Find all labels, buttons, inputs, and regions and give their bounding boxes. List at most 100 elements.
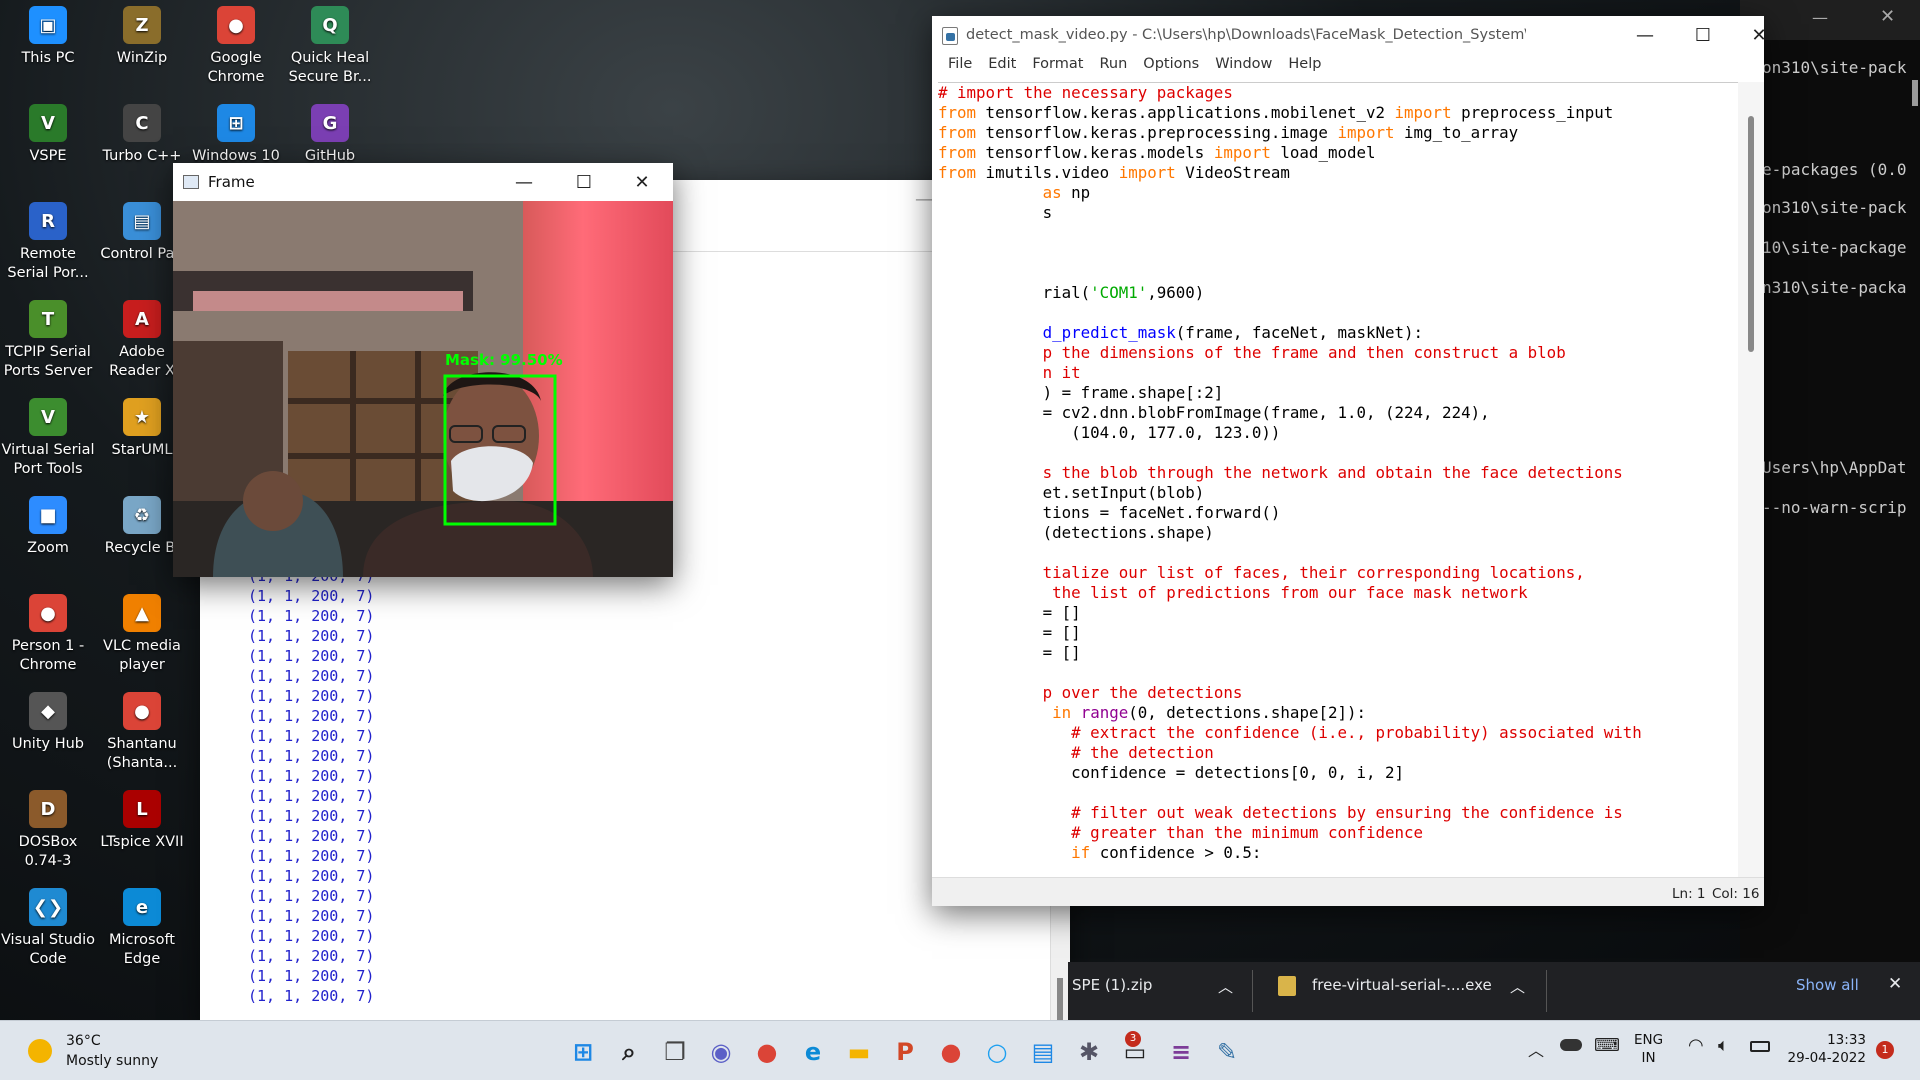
minimize-icon[interactable]: — [1616, 16, 1674, 54]
code-token: # greater than the minimum confidence [1071, 823, 1424, 842]
desktop-icon[interactable]: D DOSBox 0.74-3 [0, 784, 96, 871]
file-explorer-icon[interactable]: ▬ [836, 1029, 882, 1075]
terminal-line: e-packages (0.0 [1762, 160, 1907, 179]
close-icon[interactable]: ✕ [1880, 6, 1895, 27]
clock[interactable]: 13:33 29-04-2022 [1786, 1031, 1866, 1067]
menu-item-file[interactable]: File [940, 56, 980, 76]
desktop-icon[interactable]: ● Shantanu (Shanta... [94, 686, 190, 773]
edge-icon[interactable]: e [790, 1029, 836, 1075]
chevron-up-icon[interactable]: ︿ [1510, 976, 1525, 997]
menu-item-window[interactable]: Window [1207, 56, 1280, 76]
teams-icon[interactable]: ▤ [1020, 1029, 1066, 1075]
weather-widget[interactable]: 36°C Mostly sunny [24, 1033, 184, 1073]
notification-badge[interactable]: 1 [1876, 1041, 1894, 1059]
shell-scroll-thumb[interactable] [1057, 978, 1063, 1025]
close-icon[interactable]: ✕ [1888, 974, 1902, 994]
code-token: = [] [938, 623, 1081, 642]
chevron-up-icon[interactable]: ︿ [1218, 976, 1233, 997]
close-icon[interactable]: ✕ [613, 163, 671, 201]
clock-date: 29-04-2022 [1787, 1050, 1866, 1066]
app-icon: Q [311, 6, 349, 44]
menu-item-help[interactable]: Help [1280, 56, 1329, 76]
menu-item-options[interactable]: Options [1135, 56, 1207, 76]
terminal-window[interactable]: — ✕ on310\site-pack e-packages (0.0 on310\… [1740, 0, 1920, 1020]
show-all-button[interactable]: Show all [1796, 976, 1859, 994]
code-token: import [1394, 103, 1452, 122]
download-item-2[interactable]: free-virtual-serial-....exe [1312, 976, 1492, 994]
battery-icon[interactable] [1750, 1041, 1770, 1052]
desktop-icon[interactable]: V Virtual Serial Port Tools [0, 392, 96, 479]
maximize-icon[interactable]: ☐ [555, 163, 613, 201]
code-line: # greater than the minimum confidence [938, 823, 1738, 843]
desktop-icon[interactable]: C Turbo C++ [94, 98, 190, 166]
onedrive-icon[interactable] [1560, 1039, 1582, 1051]
chevron-up-icon[interactable]: ︿ [1528, 1037, 1544, 1061]
minimize-icon[interactable]: — [495, 163, 553, 201]
desktop-icon[interactable]: V VSPE [0, 98, 96, 166]
weather-temp: 36°C [66, 1033, 101, 1049]
maximize-icon[interactable]: ☐ [1674, 16, 1732, 54]
wifi-icon[interactable]: ◠ [1688, 1035, 1704, 1056]
editor-titlebar[interactable]: detect_mask_video.py - C:\Users\hp\Downl… [932, 16, 1767, 56]
code-token: imutils.video [976, 163, 1119, 182]
tool-icon[interactable]: ✱ [1066, 1029, 1112, 1075]
chrome-icon[interactable]: ● [744, 1029, 790, 1075]
code-area[interactable]: # import the necessary packages from tens… [938, 82, 1738, 877]
desktop-icon[interactable]: L LTspice XVII [94, 784, 190, 852]
code-token: range [1080, 703, 1129, 722]
speaker-icon[interactable]: 🔈︎ [1718, 1035, 1729, 1056]
desktop-icon[interactable]: Q Quick Heal Secure Br... [282, 0, 378, 87]
editor-scrollbar[interactable] [1738, 82, 1764, 877]
menu-item-edit[interactable]: Edit [980, 56, 1024, 76]
powerpoint-icon[interactable]: P [882, 1029, 928, 1075]
desktop-icon[interactable]: ■ Zoom [0, 490, 96, 558]
desktop-icon[interactable]: ⊞ Windows 10 [188, 98, 284, 166]
code-line: = [] [938, 603, 1738, 623]
cortana-icon[interactable]: ○ [974, 1029, 1020, 1075]
code-token: = [] [938, 643, 1081, 662]
keyboard-icon[interactable]: ⌨ [1594, 1035, 1620, 1056]
editor-window[interactable]: detect_mask_video.py - C:\Users\hp\Downl… [932, 16, 1767, 906]
editor-menubar: File Edit Format Run Options Window Help [932, 56, 1764, 76]
minimize-icon[interactable]: — [1812, 8, 1828, 27]
chat-icon[interactable]: ◉ [698, 1029, 744, 1075]
editor-scroll-thumb[interactable] [1748, 116, 1754, 352]
code-token: import [1213, 143, 1271, 162]
chrome-icon[interactable]: ● [928, 1029, 974, 1075]
app-icon[interactable]: ≡ [1158, 1029, 1204, 1075]
code-token: tensorflow.keras.models [976, 143, 1214, 162]
task-view-icon[interactable]: ❐ [652, 1029, 698, 1075]
language-indicator[interactable]: ENG IN [1634, 1031, 1663, 1067]
app-icon: ● [29, 594, 67, 632]
terminal-line: n310\site-packa [1762, 278, 1907, 297]
region-code: IN [1641, 1050, 1656, 1066]
frame-titlebar[interactable]: Frame — ☐ ✕ [173, 163, 673, 201]
code-token: p over the detections [1042, 683, 1243, 702]
desktop-icon[interactable]: ● Person 1 - Chrome [0, 588, 96, 675]
desktop-icon[interactable]: ❮❯ Visual Studio Code [0, 882, 96, 969]
desktop-icon[interactable]: ▣ This PC [0, 0, 96, 68]
desktop-icon[interactable]: T TCPIP Serial Ports Server [0, 294, 96, 381]
download-item-1[interactable]: SPE (1).zip [1072, 976, 1152, 994]
desktop-icon[interactable]: Z WinZip [94, 0, 190, 68]
terminal-line: --no-warn-scrip [1762, 498, 1907, 517]
desktop-icon[interactable]: ◆ Unity Hub [0, 686, 96, 754]
idle-icon[interactable]: ✎ [1204, 1029, 1250, 1075]
code-token: tions = faceNet.forward() [938, 503, 1281, 522]
close-icon[interactable]: ✕ [1730, 16, 1788, 54]
desktop-icon[interactable]: G GitHub [282, 98, 378, 166]
camera-frame-window[interactable]: Frame — ☐ ✕ Mask: 99.50% [173, 163, 673, 577]
search-icon[interactable]: ⌕ [606, 1029, 652, 1075]
menu-item-run[interactable]: Run [1091, 56, 1135, 76]
menu-item-format[interactable]: Format [1024, 56, 1091, 76]
desktop-icon[interactable]: ● Google Chrome [188, 0, 284, 87]
code-line: n it [938, 363, 1738, 383]
desktop-icon[interactable]: R Remote Serial Por... [0, 196, 96, 283]
start-icon[interactable]: ⊞ [560, 1029, 606, 1075]
desktop-icon[interactable]: ▲ VLC media player [94, 588, 190, 675]
terminal-scrollbar[interactable] [1912, 80, 1918, 106]
desktop-icon[interactable]: e Microsoft Edge [94, 882, 190, 969]
